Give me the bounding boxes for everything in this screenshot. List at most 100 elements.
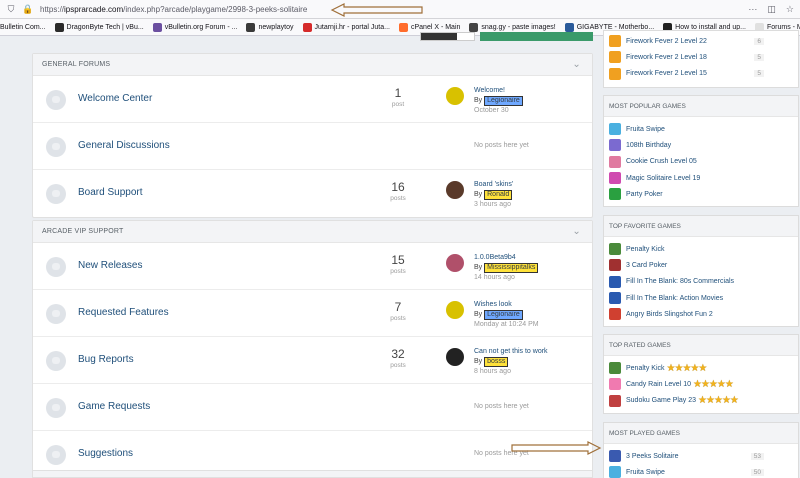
game-name: Fruita Swipe xyxy=(626,125,665,133)
game-link[interactable]: Firework Fever 2 Level 18 5 xyxy=(604,49,798,65)
game-link[interactable]: Penalty Kick ★★★★★ xyxy=(604,360,798,376)
start-topic-button[interactable] xyxy=(480,32,593,41)
play-count: 5 xyxy=(754,53,764,61)
game-name: Candy Rain Level 10 xyxy=(626,380,691,388)
game-name: Fruita Swipe xyxy=(626,468,665,476)
bookmark-favicon-icon xyxy=(302,22,312,32)
forum-title-link[interactable]: Suggestions xyxy=(78,448,133,459)
game-link[interactable]: Candy Rain Level 10 ★★★★★ xyxy=(604,376,798,392)
forum-title-link[interactable]: General Discussions xyxy=(78,140,170,151)
flower-avatar[interactable] xyxy=(446,254,464,272)
game-link[interactable]: Fruita Swipe 50 xyxy=(604,464,798,478)
game-link[interactable]: Sudoku Game Play 23 ★★★★★ xyxy=(604,393,798,409)
emoji-face-avatar[interactable] xyxy=(446,301,464,319)
game-thumbnail-icon xyxy=(609,35,621,48)
post-count-label: posts xyxy=(390,362,406,369)
last-post-title-link[interactable]: 1.0.0Beta9b4 xyxy=(474,254,516,261)
category-header[interactable]: General Forums ⌄ xyxy=(33,54,592,76)
lock-icon[interactable]: 🔒 xyxy=(22,4,33,14)
game-thumbnail-icon xyxy=(609,155,621,168)
last-post-title-link[interactable]: Can not get this to work xyxy=(474,348,548,355)
play-count: 50 xyxy=(750,468,764,476)
last-post-title-link[interactable]: Welcome! xyxy=(474,87,505,94)
game-link[interactable]: 3 Peeks Solitaire 53 xyxy=(604,448,798,464)
bookmark-star-icon[interactable]: ☆ xyxy=(786,4,794,15)
collapse-chevron-icon[interactable]: ⌄ xyxy=(572,54,581,76)
last-post-by: By xyxy=(474,263,483,271)
bookmark-item[interactable]: cPanel X - Main xyxy=(398,22,460,32)
username-badge[interactable]: Legionaire xyxy=(484,309,523,320)
bookmark-item[interactable]: Jutarnji.hr - portal Juta... xyxy=(302,22,390,32)
game-link[interactable]: Firework Fever 2 Level 22 6 xyxy=(604,33,798,49)
forum-title-link[interactable]: Bug Reports xyxy=(78,354,134,365)
game-link[interactable]: Magic Solitaire Level 19 xyxy=(604,170,798,186)
url-text[interactable]: https://ipsprarcade.com/index.php?arcade… xyxy=(40,5,307,14)
post-count-number: 32 xyxy=(391,347,405,361)
forum-row: Game Requests No posts here yet xyxy=(33,384,592,431)
pocket-icon[interactable]: ◫ xyxy=(767,4,776,15)
forum-row: Board Support 16 posts Board 'skins' By Rona… xyxy=(33,170,592,217)
game-thumbnail-icon xyxy=(609,51,621,64)
category-header[interactable]: Arcade VIP Support ⌄ xyxy=(33,221,592,243)
view-toggle[interactable] xyxy=(420,32,475,41)
game-link[interactable]: Firework Fever 2 Level 15 5 xyxy=(604,66,798,82)
bookmark-label: vBulletin.org Forum - ... xyxy=(164,23,238,31)
game-link[interactable]: Fill In The Blank: Action Movies xyxy=(604,290,798,306)
username-badge[interactable]: bosss xyxy=(484,356,509,367)
game-link[interactable]: 108th Birthday xyxy=(604,137,798,153)
game-name: Cookie Crush Level 05 xyxy=(626,158,697,166)
forum-title-link[interactable]: Requested Features xyxy=(78,307,169,318)
game-link[interactable]: 3 Card Poker xyxy=(604,257,798,273)
game-thumbnail-icon xyxy=(609,123,621,136)
last-post-time: October 30 xyxy=(474,106,509,114)
bookmark-item[interactable]: newplaytoy xyxy=(246,22,294,32)
bookmark-item[interactable]: Bulletin Com... xyxy=(0,24,46,31)
post-count-number: 1 xyxy=(394,86,402,100)
bookmark-item[interactable]: DragonByte Tech | vBu... xyxy=(54,22,144,32)
last-post-info: 1.0.0Beta9b4 By Mississippitalks 14 hours … xyxy=(474,253,539,282)
forum-row: Requested Features 7 posts Wishes look By Le… xyxy=(33,290,592,337)
forum-status-icon xyxy=(46,304,66,324)
game-link[interactable]: Penalty Kick xyxy=(604,241,798,257)
game-link[interactable]: Fruita Swipe xyxy=(604,121,798,137)
username-badge[interactable]: Legionaire xyxy=(484,95,523,106)
last-post-by: By xyxy=(474,357,483,365)
boss-logo-avatar[interactable] xyxy=(446,348,464,366)
last-post-title-link[interactable]: Board 'skins' xyxy=(474,181,513,188)
sidebar-block-title: Most Played Games xyxy=(604,423,798,444)
forum-status-icon xyxy=(46,184,66,204)
last-post-time: 3 hours ago xyxy=(474,200,511,208)
username-badge[interactable]: Ronald xyxy=(484,189,513,200)
category-title: Arcade VIP Support xyxy=(42,228,124,235)
forum-category: General Forums ⌄ Welcome Center 1 post Welcom… xyxy=(32,53,593,218)
game-link[interactable]: Party Poker xyxy=(604,186,798,202)
collapse-chevron-icon[interactable]: ⌄ xyxy=(572,221,581,243)
post-count: 32 posts xyxy=(378,347,418,369)
forum-title-link[interactable]: Board Support xyxy=(78,187,143,198)
last-post-title-link[interactable]: Wishes look xyxy=(474,301,512,308)
bookmark-item[interactable]: snag.gy - paste images! xyxy=(469,22,556,32)
emoji-face-avatar[interactable] xyxy=(446,87,464,105)
game-name: Fill In The Blank: Action Movies xyxy=(626,294,724,302)
game-link[interactable]: Cookie Crush Level 05 xyxy=(604,154,798,170)
post-count-number: 16 xyxy=(391,180,405,194)
game-name: 3 Peeks Solitaire xyxy=(626,452,679,460)
game-link[interactable]: Fill In The Blank: 80s Commercials xyxy=(604,274,798,290)
bookmark-item[interactable]: vBulletin.org Forum - ... xyxy=(152,22,238,32)
game-thumbnail-icon xyxy=(609,378,621,391)
username-badge[interactable]: Mississippitalks xyxy=(484,262,539,273)
portrait-avatar[interactable] xyxy=(446,181,464,199)
game-name: 108th Birthday xyxy=(626,141,672,149)
forum-title-link[interactable]: Game Requests xyxy=(78,401,150,412)
game-link[interactable]: Angry Birds Slingshot Fun 2 xyxy=(604,306,798,322)
shield-icon[interactable]: ⛉ xyxy=(6,4,16,14)
category-title: General Forums xyxy=(42,61,111,68)
forum-status-icon xyxy=(46,445,66,465)
forum-title-link[interactable]: Welcome Center xyxy=(78,93,152,104)
game-thumbnail-icon xyxy=(609,139,621,152)
game-name: Penalty Kick xyxy=(626,364,665,372)
more-icon[interactable]: ··· xyxy=(748,4,757,15)
forum-title-link[interactable]: New Releases xyxy=(78,260,142,271)
bookmark-label: snag.gy - paste images! xyxy=(481,23,556,31)
game-thumbnail-icon xyxy=(609,188,621,201)
